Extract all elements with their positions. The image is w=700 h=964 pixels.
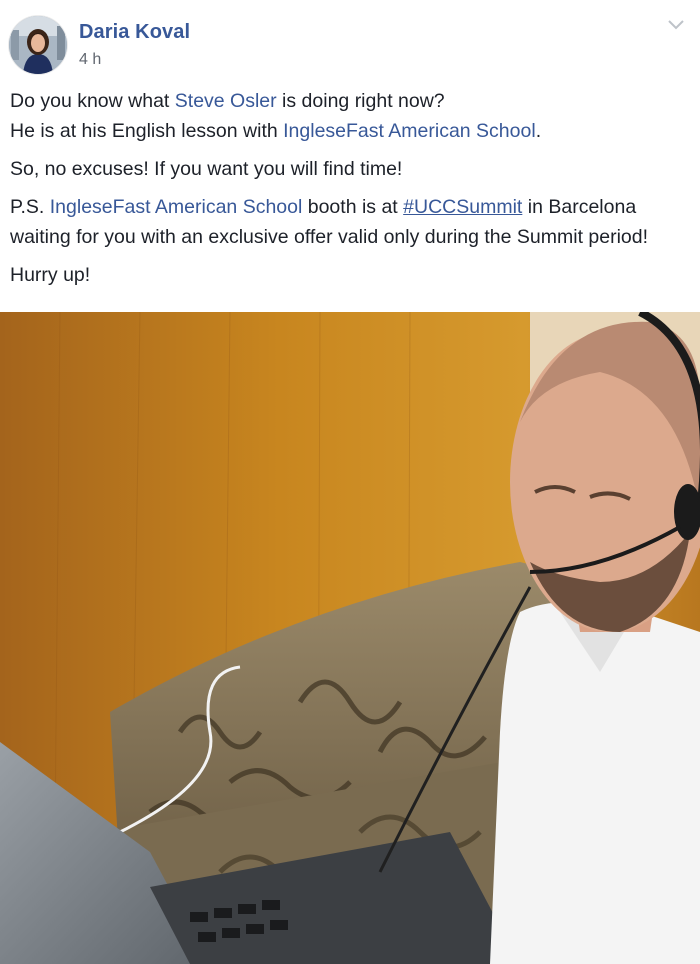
author-name[interactable]: Daria Koval bbox=[79, 21, 190, 44]
hashtag-link[interactable]: #UCCSummit bbox=[403, 196, 522, 218]
message-text: Do you know what bbox=[10, 90, 175, 112]
post-message: Do you know what Steve Osler is doing ri… bbox=[10, 86, 692, 298]
photo-image bbox=[0, 312, 700, 964]
message-text: So, no excuses! If you want you will fin… bbox=[10, 158, 403, 180]
author-avatar[interactable] bbox=[9, 16, 67, 74]
post-photo[interactable] bbox=[0, 312, 700, 964]
chevron-down-icon[interactable] bbox=[666, 18, 686, 32]
message-text: booth is at bbox=[302, 196, 404, 218]
message-text: Hurry up! bbox=[10, 264, 91, 286]
message-text: is doing right now? bbox=[276, 90, 445, 112]
mention-link[interactable]: Steve Osler bbox=[175, 90, 277, 112]
page-link[interactable]: IngleseFast American School bbox=[283, 120, 536, 142]
message-paragraph: Do you know what Steve Osler is doing ri… bbox=[10, 86, 692, 146]
post-header: Daria Koval 4 h bbox=[0, 0, 700, 82]
post-timestamp[interactable]: 4 h bbox=[79, 51, 101, 69]
avatar-image bbox=[9, 16, 67, 74]
message-text: P.S. bbox=[10, 196, 50, 218]
message-paragraph: P.S. IngleseFast American School booth i… bbox=[10, 192, 692, 252]
page-link[interactable]: IngleseFast American School bbox=[50, 196, 303, 218]
message-text: He is at his English lesson with bbox=[10, 120, 284, 142]
message-text: . bbox=[535, 120, 542, 142]
message-paragraph: So, no excuses! If you want you will fin… bbox=[10, 154, 692, 184]
message-paragraph: Hurry up! bbox=[10, 260, 692, 290]
feed-post: Daria Koval 4 h Do you know what Steve O… bbox=[0, 0, 700, 964]
